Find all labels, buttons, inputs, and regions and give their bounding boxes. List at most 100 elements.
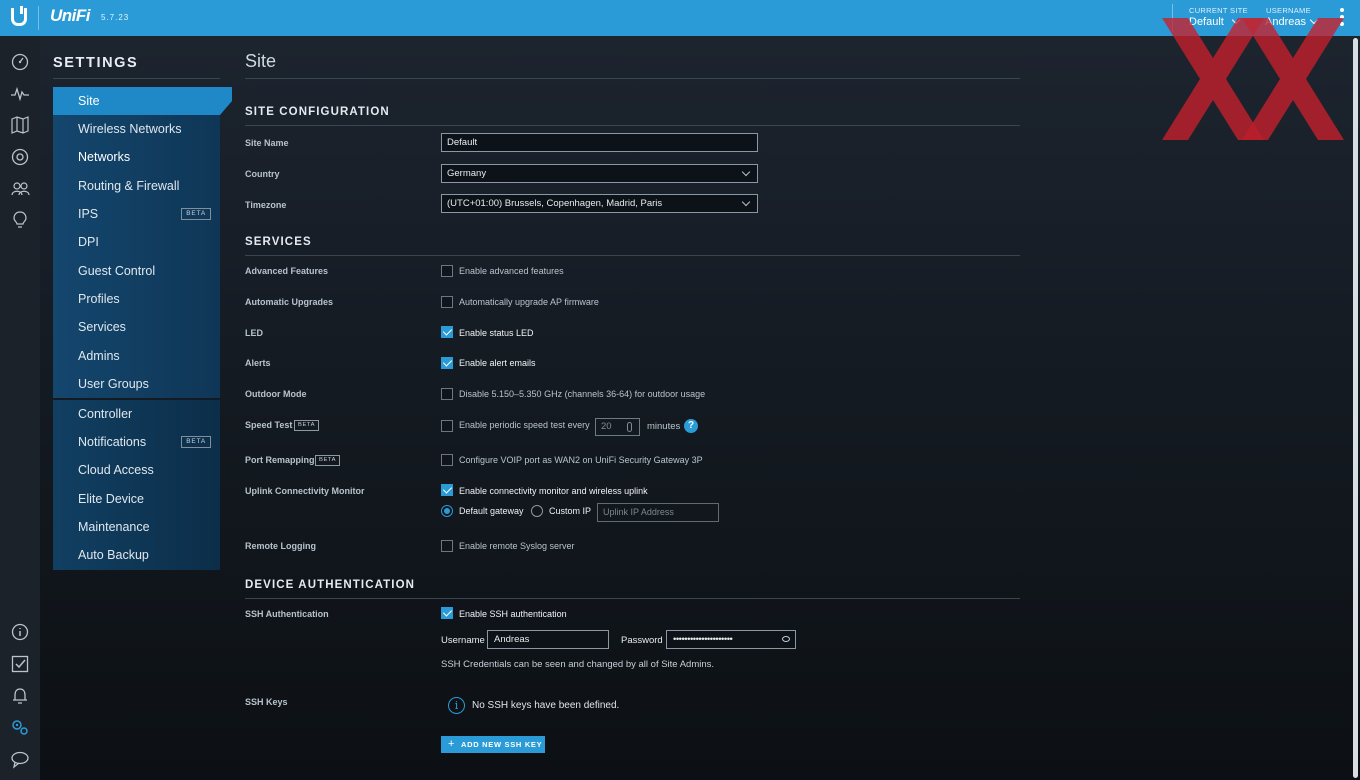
divider <box>53 78 220 79</box>
username-label: USERNAME <box>1266 6 1311 15</box>
beta-badge: BETA <box>181 436 211 448</box>
uplink-monitor-checkbox[interactable] <box>441 484 453 496</box>
page-title: Site <box>245 51 277 71</box>
help-icon[interactable]: ? <box>684 419 698 433</box>
divider <box>245 598 1020 599</box>
sidebar-item-cloud-access[interactable]: Cloud Access <box>53 456 220 484</box>
watermark-logo <box>1162 18 1344 140</box>
devices-icon[interactable] <box>10 147 30 167</box>
sidebar-item-label: User Groups <box>78 377 149 391</box>
automatic-upgrades-checkbox[interactable] <box>441 296 453 308</box>
sidebar-item-profiles[interactable]: Profiles <box>53 285 220 313</box>
sidebar-item-notifications[interactable]: Notifications BETA <box>53 428 220 456</box>
show-password-icon[interactable] <box>782 636 790 642</box>
sidebar-item-routing-firewall[interactable]: Routing & Firewall <box>53 172 220 200</box>
dashboard-icon[interactable] <box>10 52 30 72</box>
timezone-select[interactable]: (UTC+01:00) Brussels, Copenhagen, Madrid… <box>441 194 758 213</box>
speed-test-unit: minutes <box>647 421 681 432</box>
clients-icon[interactable] <box>10 178 30 198</box>
stepper-icon[interactable] <box>627 422 632 432</box>
divider <box>38 6 39 30</box>
site-name-label: Site Name <box>245 138 289 148</box>
current-site-label: CURRENT SITE <box>1189 6 1248 15</box>
settings-icon[interactable] <box>10 717 30 737</box>
default-gateway-label: Default gateway <box>459 506 524 516</box>
led-checkbox[interactable] <box>441 326 453 338</box>
section-heading-device-authentication: DEVICE AUTHENTICATION <box>245 579 416 591</box>
sidebar-item-elite-device[interactable]: Elite Device <box>53 485 220 513</box>
port-remapping-checkbox[interactable] <box>441 454 453 466</box>
alerts-icon[interactable] <box>10 686 30 706</box>
custom-ip-radio[interactable] <box>531 505 543 517</box>
country-value: Germany <box>447 168 487 179</box>
settings-title: SETTINGS <box>53 55 139 71</box>
chat-icon[interactable] <box>10 749 30 769</box>
beta-badge: BETA <box>294 420 320 431</box>
sidebar-item-controller[interactable]: Controller <box>53 400 220 428</box>
section-heading-site-configuration: SITE CONFIGURATION <box>245 106 390 118</box>
default-gateway-radio[interactable] <box>441 505 453 517</box>
sidebar-item-maintenance[interactable]: Maintenance <box>53 513 220 541</box>
speed-test-interval-value: 20 <box>601 421 612 432</box>
ubiquiti-logo-icon[interactable] <box>11 6 27 26</box>
sidebar-item-networks[interactable]: Networks <box>53 143 220 171</box>
brand-name: UniFi <box>50 6 91 25</box>
sidebar-item-guest-control[interactable]: Guest Control <box>53 257 220 285</box>
sidebar-item-services[interactable]: Services <box>53 313 220 341</box>
uplink-monitor-text: Enable connectivity monitor and wireless… <box>459 486 648 496</box>
ssh-username-input[interactable]: Andreas <box>487 630 609 649</box>
outdoor-mode-checkbox[interactable] <box>441 388 453 400</box>
info-icon[interactable] <box>10 622 30 642</box>
port-remapping-text: Configure VOIP port as WAN2 on UniFi Sec… <box>459 455 703 465</box>
country-select[interactable]: Germany <box>441 164 758 183</box>
outdoor-mode-label: Outdoor Mode <box>245 389 307 399</box>
speed-test-interval-input[interactable]: 20 <box>595 418 640 436</box>
sidebar-item-auto-backup[interactable]: Auto Backup <box>53 541 220 569</box>
speed-test-checkbox[interactable] <box>441 420 453 432</box>
timezone-value: (UTC+01:00) Brussels, Copenhagen, Madrid… <box>447 198 663 209</box>
advanced-features-checkbox[interactable] <box>441 265 453 277</box>
sidebar-item-site[interactable]: Site <box>53 87 232 115</box>
ssh-password-input[interactable]: ••••••••••••••••••••• <box>666 630 796 649</box>
statistics-icon[interactable] <box>10 84 30 104</box>
sidebar-item-ips[interactable]: IPS BETA <box>53 200 220 228</box>
ssh-authentication-checkbox[interactable] <box>441 607 453 619</box>
site-name-input[interactable]: Default <box>441 133 758 152</box>
remote-logging-checkbox[interactable] <box>441 540 453 552</box>
alerts-text: Enable alert emails <box>459 358 536 368</box>
sidebar-item-label: Profiles <box>78 292 120 306</box>
alerts-checkbox[interactable] <box>441 357 453 369</box>
led-text: Enable status LED <box>459 328 534 338</box>
insights-icon[interactable] <box>10 210 30 230</box>
divider <box>245 255 1020 256</box>
sidebar-item-wireless-networks[interactable]: Wireless Networks <box>53 115 220 143</box>
add-ssh-key-button[interactable]: + ADD NEW SSH KEY <box>441 736 545 753</box>
timezone-label: Timezone <box>245 200 287 210</box>
sidebar-item-admins[interactable]: Admins <box>53 342 220 370</box>
speed-test-label: Speed Test <box>245 420 293 430</box>
sidebar-item-label: Maintenance <box>78 520 150 534</box>
sidebar-item-dpi[interactable]: DPI <box>53 228 220 256</box>
divider <box>245 125 1020 126</box>
sidebar-item-user-groups[interactable]: User Groups <box>53 370 220 398</box>
custom-ip-label: Custom IP <box>549 506 592 516</box>
led-label: LED <box>245 328 263 338</box>
divider <box>245 78 1020 79</box>
no-ssh-keys-message: No SSH keys have been defined. <box>472 700 620 711</box>
chevron-down-icon <box>741 167 751 177</box>
section-heading-services: SERVICES <box>245 236 312 248</box>
uplink-ip-input[interactable]: Uplink IP Address <box>597 503 719 522</box>
map-icon[interactable] <box>10 115 30 135</box>
scrollbar[interactable] <box>1353 38 1358 778</box>
automatic-upgrades-text: Automatically upgrade AP firmware <box>459 297 599 307</box>
icon-rail <box>0 36 40 780</box>
sidebar-item-label: Notifications <box>78 435 147 449</box>
tasks-icon[interactable] <box>10 654 30 674</box>
sidebar-item-label: Auto Backup <box>78 548 149 562</box>
sidebar-item-label: DPI <box>78 235 99 249</box>
sidebar-item-label: Admins <box>78 349 120 363</box>
remote-logging-label: Remote Logging <box>245 541 316 551</box>
sidebar-item-label: Controller <box>78 407 133 421</box>
chevron-down-icon <box>741 197 751 207</box>
beta-badge: BETA <box>315 455 341 466</box>
